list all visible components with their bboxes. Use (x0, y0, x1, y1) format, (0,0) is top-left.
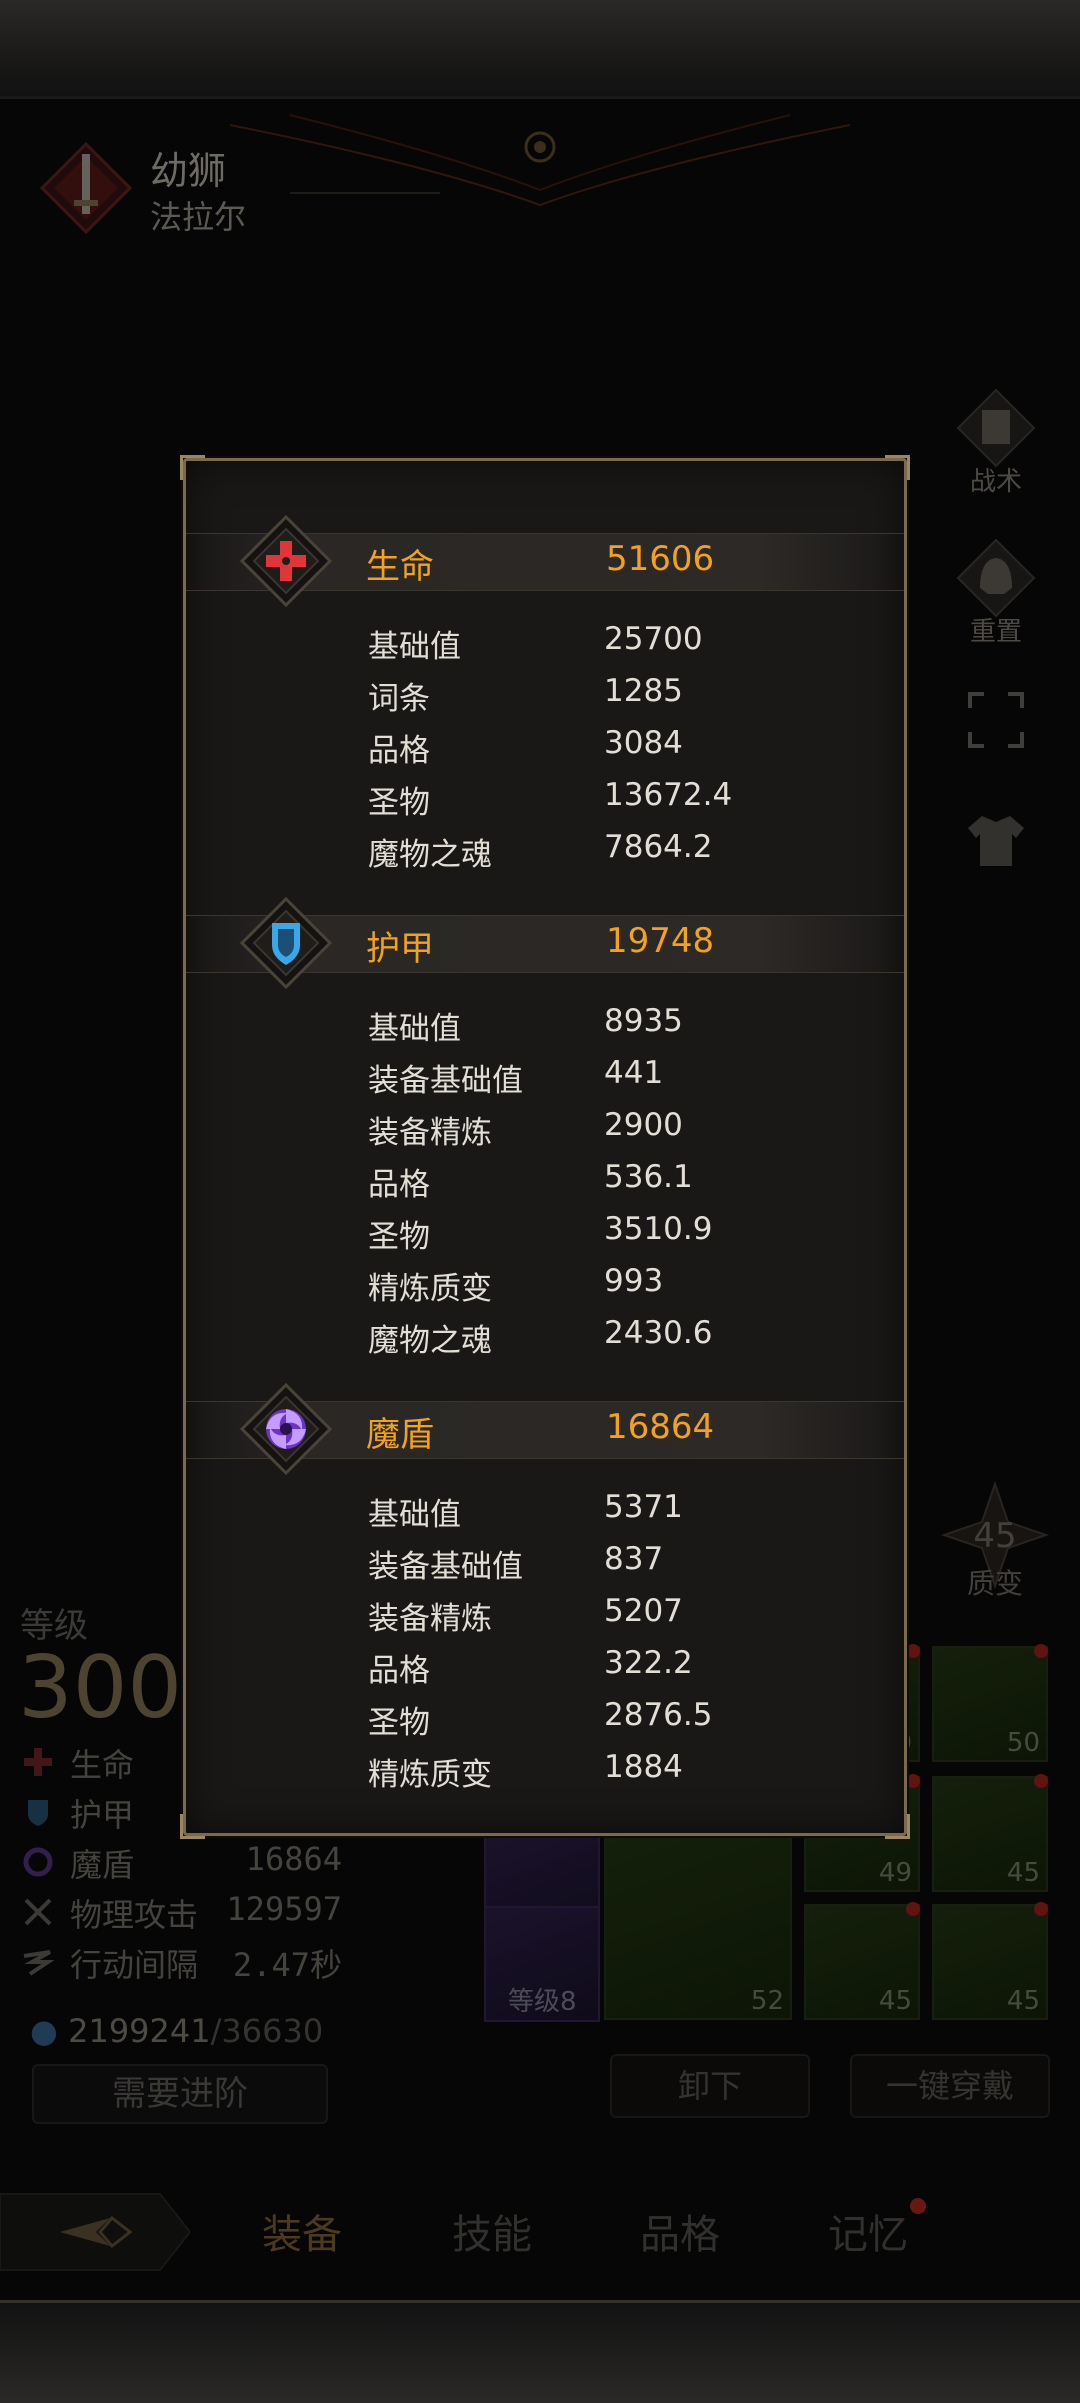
row-value: 1884 (604, 1749, 683, 1785)
row-label: 品格 (368, 1167, 430, 1203)
row-label: 词条 (368, 681, 430, 717)
row-value: 993 (604, 1263, 664, 1299)
row-value: 5371 (604, 1489, 683, 1525)
row-value: 441 (604, 1055, 664, 1091)
row-value: 2876.5 (604, 1697, 713, 1733)
row-value: 322.2 (604, 1645, 693, 1681)
popup-corner (180, 455, 205, 480)
section-title: 护甲 (366, 929, 434, 969)
popup-corner (885, 455, 910, 480)
row-label: 品格 (368, 1653, 430, 1689)
row-label: 魔物之魂 (368, 837, 492, 873)
row-label: 圣物 (368, 1219, 430, 1255)
row-value: 3510.9 (604, 1211, 713, 1247)
top-frame (0, 0, 1080, 99)
row-label: 基础值 (368, 629, 461, 665)
section-title: 魔盾 (366, 1415, 434, 1455)
row-label: 品格 (368, 733, 430, 769)
row-value: 1285 (604, 673, 683, 709)
health-cross-icon (239, 514, 333, 608)
row-value: 837 (604, 1541, 664, 1577)
row-label: 装备基础值 (368, 1063, 523, 1099)
section-total: 16864 (606, 1407, 715, 1447)
section-title: 生命 (366, 547, 434, 587)
row-value: 536.1 (604, 1159, 693, 1195)
armor-shield-icon (239, 896, 333, 990)
row-value: 7864.2 (604, 829, 713, 865)
row-label: 圣物 (368, 1705, 430, 1741)
bottom-frame (0, 2300, 1080, 2403)
row-value: 13672.4 (604, 777, 733, 813)
row-label: 精炼质变 (368, 1757, 492, 1793)
row-value: 8935 (604, 1003, 683, 1039)
magic-shield-swirl-icon (239, 1382, 333, 1476)
row-value: 5207 (604, 1593, 683, 1629)
row-label: 装备精炼 (368, 1115, 492, 1151)
row-value: 2430.6 (604, 1315, 713, 1351)
row-label: 装备基础值 (368, 1549, 523, 1585)
row-value: 2900 (604, 1107, 683, 1143)
row-label: 基础值 (368, 1011, 461, 1047)
row-label: 基础值 (368, 1497, 461, 1533)
section-total: 51606 (606, 539, 715, 579)
row-label: 魔物之魂 (368, 1323, 492, 1359)
section-total: 19748 (606, 921, 715, 961)
row-label: 装备精炼 (368, 1601, 492, 1637)
row-value: 25700 (604, 621, 703, 657)
row-label: 圣物 (368, 785, 430, 821)
popup-corner (885, 1814, 910, 1839)
row-value: 3084 (604, 725, 683, 761)
attribute-detail-popup: 生命 51606 基础值 25700 词条 1285 品格 3084 圣物 13… (180, 455, 910, 1839)
popup-corner (180, 1814, 205, 1839)
row-label: 精炼质变 (368, 1271, 492, 1307)
